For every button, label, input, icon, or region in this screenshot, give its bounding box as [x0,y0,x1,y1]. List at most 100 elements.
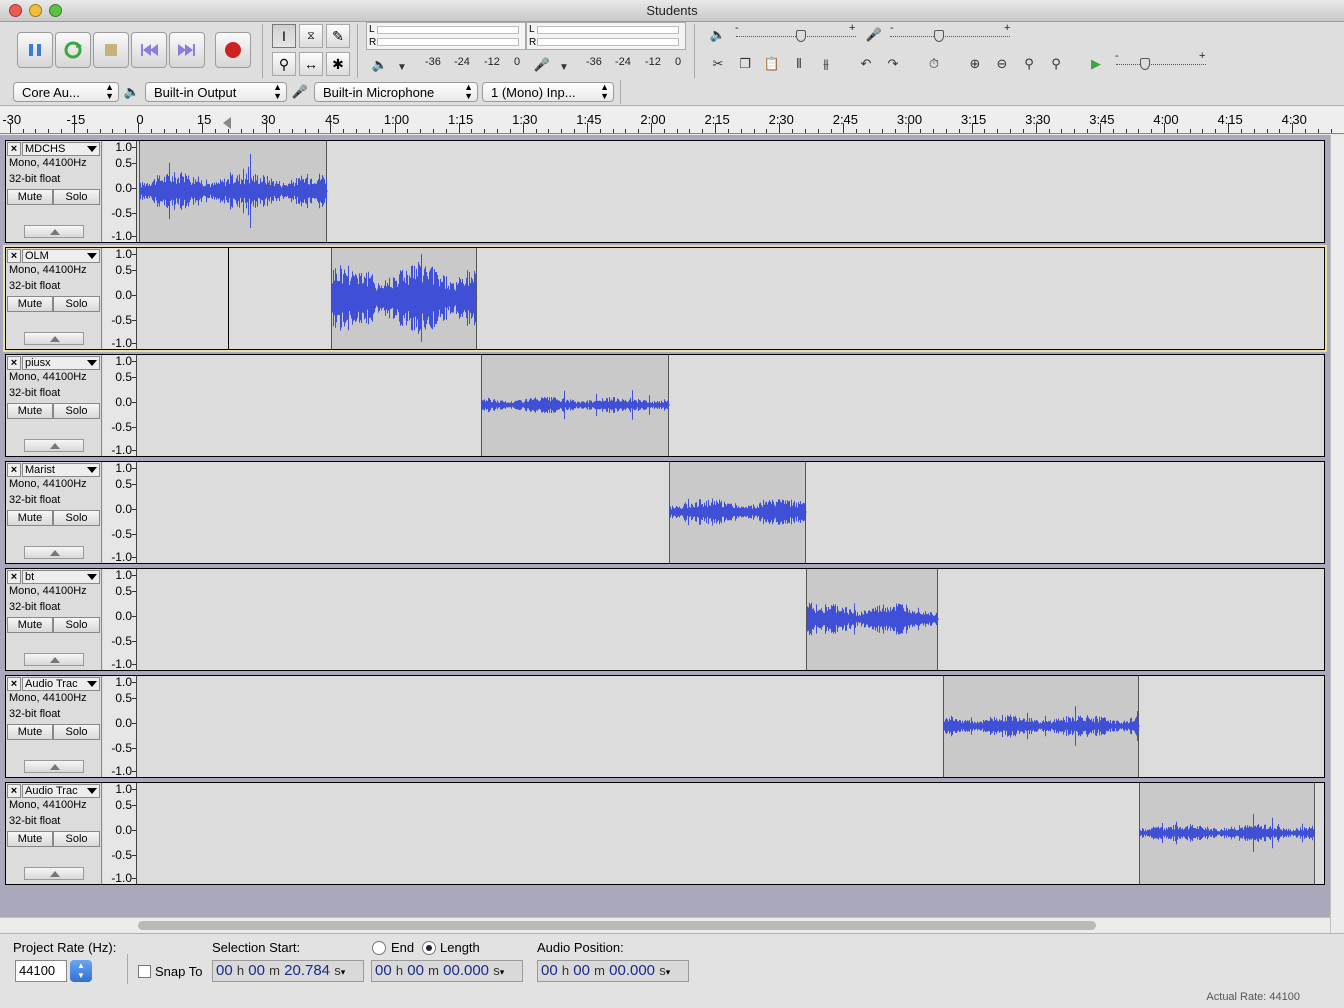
mute-button[interactable]: Mute [7,617,53,633]
mute-button[interactable]: Mute [7,296,53,312]
track-lane[interactable] [138,676,1324,777]
output-device-select[interactable]: Built-in Output ▲ ▼ [145,82,287,102]
horizontal-scrollbar[interactable] [0,917,1330,933]
copy-icon[interactable]: ❐ [733,53,757,75]
mute-button[interactable]: Mute [7,724,53,740]
input-channels-select[interactable]: 1 (Mono) Inp... ▲ ▼ [482,82,614,102]
input-device-select[interactable]: Built-in Microphone ▲ ▼ [314,82,478,102]
skip-to-start-button[interactable] [131,32,167,68]
vertical-scrollbar[interactable] [1330,135,1344,933]
solo-button[interactable]: Solo [53,724,100,740]
zoom-in-icon[interactable]: ⊕ [963,53,987,75]
trim-icon[interactable]: ⫴ [787,53,811,75]
mute-button[interactable]: Mute [7,403,53,419]
track-lane[interactable] [138,141,1324,242]
skip-to-end-button[interactable] [169,32,205,68]
play-at-speed-icon[interactable]: ▶ [1084,53,1108,75]
cut-icon[interactable]: ✂ [706,53,730,75]
solo-button[interactable]: Solo [53,617,100,633]
solo-button[interactable]: Solo [53,831,100,847]
loop-play-button[interactable] [55,32,91,68]
track-name-menu[interactable]: piusx [22,356,100,370]
selection-length-field[interactable]: 00 h 00 m 00.000 s▾ [371,960,523,982]
track-control-panel[interactable]: × bt Mono, 44100Hz 32-bit float Mute Sol… [6,569,102,670]
draw-tool[interactable]: ✎ [326,24,350,48]
mute-button[interactable]: Mute [7,189,53,205]
audio-host-select[interactable]: Core Au... ▲ ▼ [13,82,119,102]
timeline-ruler[interactable]: -30 -15 0 15 30 45 1:00 1:15 1:30 1:45 2:00 2:15 2:3… [0,107,1344,134]
audio-clip[interactable] [481,355,671,456]
track-control-panel[interactable]: × Audio Trac Mono, 44100Hz 32-bit float … [6,783,102,884]
track-lane[interactable] [138,462,1324,563]
track-lane[interactable] [138,248,1324,349]
format-menu-icon[interactable]: ▾ [341,967,346,977]
stop-button[interactable] [93,32,129,68]
playback-meter[interactable]: L R [366,22,526,50]
track-name-menu[interactable]: Audio Trac [22,677,100,691]
audio-position-field[interactable]: 00 h 00 m 00.000 s▾ [537,960,689,982]
close-track-icon[interactable]: × [7,249,21,263]
play-head-marker[interactable] [222,117,231,129]
solo-button[interactable]: Solo [53,510,100,526]
close-track-icon[interactable]: × [7,784,21,798]
solo-button[interactable]: Solo [53,189,100,205]
track-name-menu[interactable]: OLM [22,249,100,263]
solo-button[interactable]: Solo [53,296,100,312]
close-track-icon[interactable]: × [7,356,21,370]
audio-clip[interactable] [669,462,807,563]
snap-to-checkbox[interactable] [138,965,151,978]
record-button[interactable] [215,32,251,68]
microphone-icon[interactable]: 🎤 [530,54,554,76]
output-volume-slider[interactable] [736,28,856,46]
redo-icon[interactable]: ↷ [881,53,905,75]
track-control-panel[interactable]: × piusx Mono, 44100Hz 32-bit float Mute … [6,355,102,456]
recording-meter[interactable]: L R [526,22,686,50]
speaker-icon[interactable]: 🔈 [368,54,392,76]
recording-meter-menu-icon[interactable]: ▼ [552,56,576,78]
format-menu-icon[interactable]: ▾ [666,967,671,977]
length-radio[interactable] [422,941,436,955]
audio-track[interactable]: × MDCHS Mono, 44100Hz 32-bit float Mute … [5,140,1325,243]
track-name-menu[interactable]: MDCHS [22,142,100,156]
playback-meter-menu-icon[interactable]: ▼ [390,56,414,78]
track-lane[interactable] [138,355,1324,456]
play-speed-slider[interactable] [1116,56,1206,74]
mute-button[interactable]: Mute [7,831,53,847]
project-rate-combo[interactable]: 44100 [15,960,67,982]
format-menu-icon[interactable]: ▾ [500,967,505,977]
solo-button[interactable]: Solo [53,403,100,419]
selection-tool[interactable]: I [272,24,296,48]
multi-tool[interactable]: ✱ [326,52,350,76]
input-volume-slider[interactable] [890,28,1010,46]
collapse-track-button[interactable] [24,546,84,559]
close-track-icon[interactable]: × [7,677,21,691]
track-lane[interactable] [138,569,1324,670]
silence-icon[interactable]: ⫵ [814,53,838,75]
close-track-icon[interactable]: × [7,142,21,156]
paste-icon[interactable]: 📋 [760,53,784,75]
audio-clip[interactable] [1139,783,1316,884]
selection-start-field[interactable]: 00 h 00 m 20.784 s▾ [212,960,364,982]
collapse-track-button[interactable] [24,653,84,666]
close-track-icon[interactable]: × [7,463,21,477]
fit-project-icon[interactable]: ⚲ [1044,53,1068,75]
close-track-icon[interactable]: × [7,570,21,584]
sync-lock-icon[interactable]: ⏱ [922,53,946,75]
track-control-panel[interactable]: × Marist Mono, 44100Hz 32-bit float Mute… [6,462,102,563]
audio-track[interactable]: × Audio Trac Mono, 44100Hz 32-bit float … [5,782,1325,885]
fit-selection-icon[interactable]: ⚲ [1017,53,1041,75]
track-name-menu[interactable]: Marist [22,463,100,477]
zoom-out-icon[interactable]: ⊖ [990,53,1014,75]
audio-clip[interactable] [942,676,1141,777]
audio-clip[interactable] [331,248,478,349]
track-control-panel[interactable]: × Audio Trac Mono, 44100Hz 32-bit float … [6,676,102,777]
time-shift-tool[interactable]: ↔ [299,52,323,76]
audio-track[interactable]: × Marist Mono, 44100Hz 32-bit float Mute… [5,461,1325,564]
envelope-tool[interactable]: ⧖ [299,24,323,48]
collapse-track-button[interactable] [24,760,84,773]
end-radio[interactable] [372,941,386,955]
mute-button[interactable]: Mute [7,510,53,526]
collapse-track-button[interactable] [24,439,84,452]
tracks-area[interactable]: × MDCHS Mono, 44100Hz 32-bit float Mute … [0,135,1330,917]
track-control-panel[interactable]: × MDCHS Mono, 44100Hz 32-bit float Mute … [6,141,102,242]
